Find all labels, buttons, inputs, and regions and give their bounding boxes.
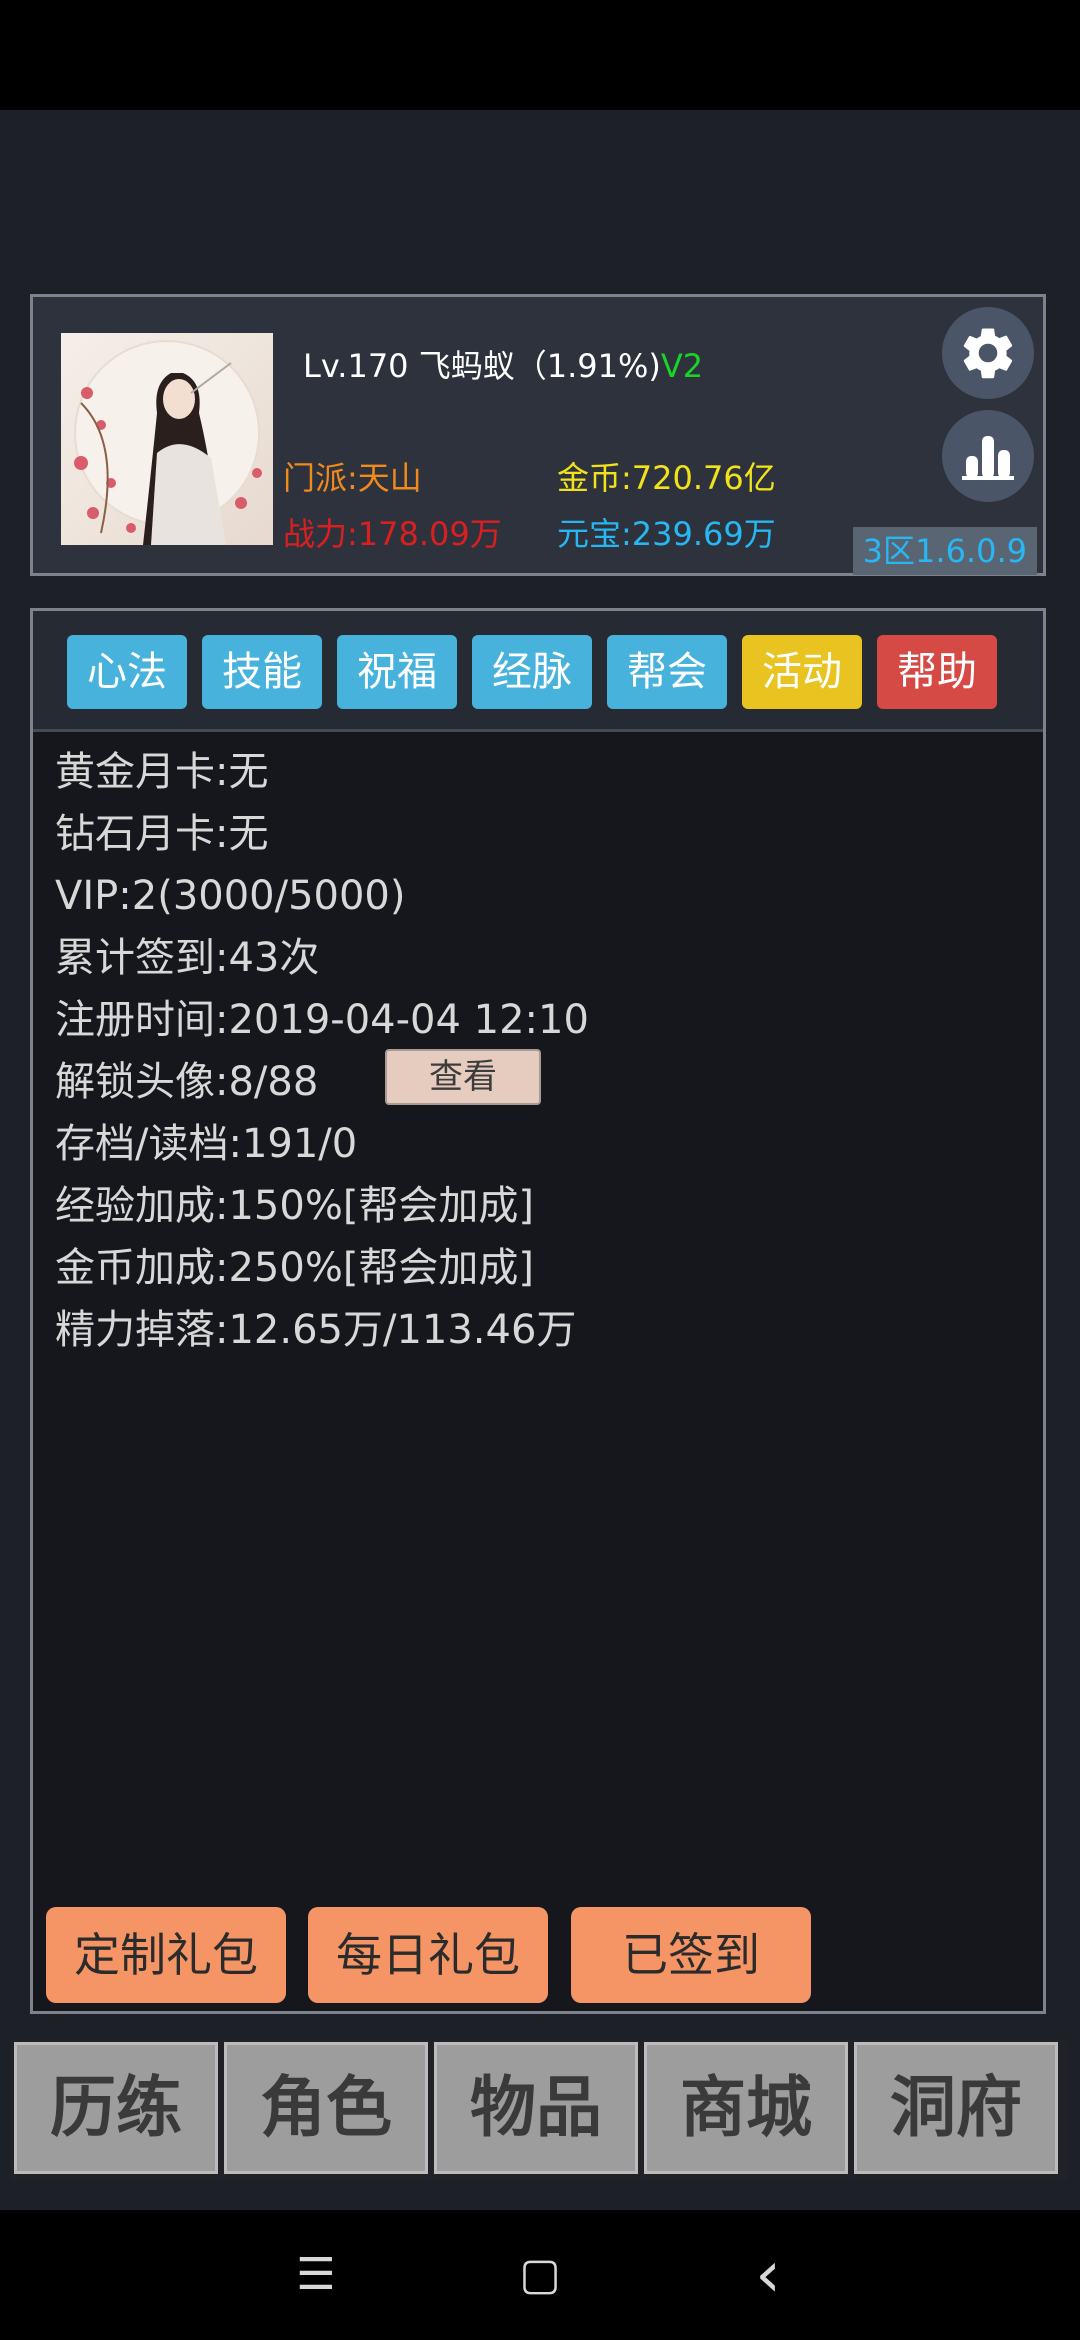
avatar[interactable] bbox=[61, 333, 273, 545]
tab-items[interactable]: 物品 bbox=[434, 2042, 638, 2174]
energy-drop: 精力掉落:12.65万/113.46万 bbox=[55, 1307, 577, 1353]
gold-label: 金币:720.76亿 bbox=[557, 459, 776, 497]
level-name-text: Lv.170 飞蚂蚁（1.91%) bbox=[303, 347, 661, 385]
function-tabs: 心法 技能 祝福 经脉 帮会 活动 帮助 bbox=[33, 611, 1043, 732]
vip-progress: VIP:2(3000/5000) bbox=[55, 873, 406, 919]
diamond-card-status: 钻石月卡:无 bbox=[55, 811, 269, 857]
view-avatars-button[interactable]: 查看 bbox=[385, 1049, 541, 1105]
back-icon[interactable]: ‹ bbox=[728, 2240, 808, 2310]
exp-bonus: 经验加成:150%[帮会加成] bbox=[55, 1183, 535, 1229]
server-version-badge: 3区1.6.0.9 bbox=[852, 527, 1037, 575]
tab-training[interactable]: 历练 bbox=[14, 2042, 218, 2174]
sect-label: 门派:天山 bbox=[283, 459, 422, 497]
daily-gift-button[interactable]: 每日礼包 bbox=[308, 1907, 548, 2003]
home-icon[interactable]: ▢ bbox=[500, 2240, 580, 2310]
bottom-tab-bar: 历练 角色 物品 商城 洞府 bbox=[10, 2040, 1068, 2180]
menu-icon[interactable]: ☰ bbox=[276, 2240, 356, 2310]
checked-in-button[interactable]: 已签到 bbox=[571, 1907, 811, 2003]
tab-character[interactable]: 角色 bbox=[224, 2042, 428, 2174]
checkin-total: 累计签到:43次 bbox=[55, 935, 320, 981]
settings-button[interactable] bbox=[942, 307, 1034, 399]
save-load-count: 存档/读档:191/0 bbox=[55, 1121, 358, 1167]
tab-guild[interactable]: 帮会 bbox=[607, 635, 727, 709]
tab-skills[interactable]: 技能 bbox=[202, 635, 322, 709]
player-name-level: Lv.170 飞蚂蚁（1.91%)V2 bbox=[303, 341, 703, 387]
tab-meridians[interactable]: 经脉 bbox=[472, 635, 592, 709]
status-bar bbox=[0, 0, 1080, 110]
register-time: 注册时间:2019-04-04 12:10 bbox=[55, 997, 589, 1043]
tab-shop[interactable]: 商城 bbox=[644, 2042, 848, 2174]
gear-icon bbox=[963, 328, 1013, 379]
gold-card-status: 黄金月卡:无 bbox=[55, 749, 269, 795]
main-panel: 心法 技能 祝福 经脉 帮会 活动 帮助 黄金月卡:无 钻石月卡:无 VIP:2… bbox=[30, 608, 1046, 2014]
profile-panel: Lv.170 飞蚂蚁（1.91%)V2 门派:天山 战力:178.09万 金币:… bbox=[30, 294, 1046, 576]
custom-gift-button[interactable]: 定制礼包 bbox=[46, 1907, 286, 2003]
tab-help[interactable]: 帮助 bbox=[877, 635, 997, 709]
bar-chart-icon bbox=[962, 436, 1014, 480]
tab-xinfa[interactable]: 心法 bbox=[67, 635, 187, 709]
vip-tag: V2 bbox=[660, 347, 704, 385]
gold-bonus: 金币加成:250%[帮会加成] bbox=[55, 1245, 535, 1291]
stats-button[interactable] bbox=[942, 410, 1034, 502]
tab-events[interactable]: 活动 bbox=[742, 635, 862, 709]
tab-blessing[interactable]: 祝福 bbox=[337, 635, 457, 709]
tab-cave[interactable]: 洞府 bbox=[854, 2042, 1058, 2174]
yuanbao-label: 元宝:239.69万 bbox=[557, 515, 776, 553]
avatars-unlocked: 解锁头像:8/88 bbox=[55, 1059, 319, 1105]
combat-power-label: 战力:178.09万 bbox=[283, 515, 502, 553]
